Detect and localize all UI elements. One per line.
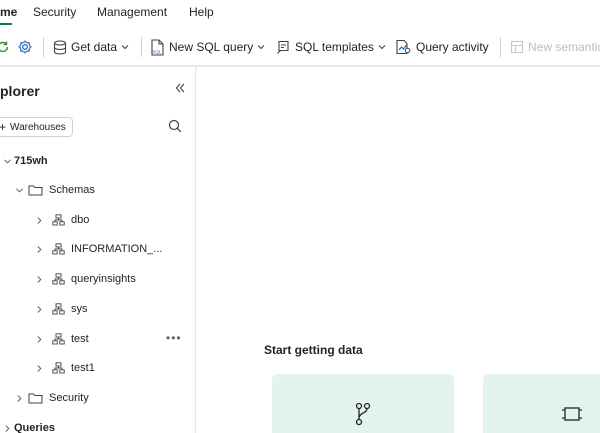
chevron-down-icon xyxy=(2,158,12,164)
chevron-right-icon xyxy=(34,275,44,283)
explorer-pane: plorer + Warehouses 715wh Schemas dbo IN… xyxy=(0,67,196,433)
query-activity-button[interactable]: Query activity xyxy=(395,38,489,56)
menu-bar: me Security Management Help xyxy=(0,0,600,26)
sql-badge: SQL xyxy=(153,49,163,54)
add-warehouses-label: Warehouses xyxy=(10,121,66,133)
chevron-down-icon xyxy=(378,45,386,50)
get-data-label: Get data xyxy=(71,40,118,54)
query-activity-label: Query activity xyxy=(416,40,489,54)
schema-icon xyxy=(52,243,65,255)
tree-node-security[interactable]: Security xyxy=(14,388,89,408)
new-semantic-model-button[interactable]: New semantic xyxy=(510,38,600,56)
tree-node-label: queryinsights xyxy=(71,273,136,285)
tree-node-label: Schemas xyxy=(49,184,95,196)
tree-node-label: INFORMATION_... xyxy=(71,243,163,255)
schema-icon xyxy=(52,333,65,345)
semantic-model-icon xyxy=(510,40,524,54)
chevron-right-icon xyxy=(34,216,44,224)
add-warehouses-button[interactable]: + Warehouses xyxy=(0,117,73,137)
toolbar-separator xyxy=(141,37,142,57)
chevron-down-icon xyxy=(14,187,24,193)
schema-icon xyxy=(52,303,65,315)
chevron-right-icon xyxy=(2,424,12,432)
folder-icon xyxy=(28,184,43,196)
tree-node-warehouse[interactable]: 715wh xyxy=(2,151,48,171)
tree-node-schema[interactable]: queryinsights xyxy=(34,269,136,289)
chevron-down-icon xyxy=(257,45,265,50)
tree-node-schemas[interactable]: Schemas xyxy=(14,180,95,200)
folder-icon xyxy=(28,392,43,404)
schema-icon xyxy=(52,273,65,285)
tree-node-label: dbo xyxy=(71,214,90,226)
main-canvas: Start getting data xyxy=(197,67,600,433)
tree-node-schema[interactable]: INFORMATION_... xyxy=(34,239,162,259)
explorer-title: plorer xyxy=(0,83,40,99)
schema-icon xyxy=(52,214,65,226)
new-sql-query-button[interactable]: SQL New SQL query xyxy=(150,38,265,56)
sql-templates-button[interactable]: SQL templates xyxy=(276,38,386,56)
template-icon xyxy=(277,40,289,54)
ribbon-toolbar: Get data SQL New SQL query SQL templates… xyxy=(0,28,600,66)
toolbar-separator xyxy=(43,37,44,57)
new-semantic-label: New semantic xyxy=(528,40,600,54)
chevron-down-icon xyxy=(121,45,129,50)
menu-active-indicator xyxy=(0,23,12,25)
menu-security[interactable]: Security xyxy=(33,5,76,19)
tree-node-label: sys xyxy=(71,303,88,315)
chevron-right-icon xyxy=(34,305,44,313)
menu-home[interactable]: me xyxy=(0,5,17,19)
tree-node-label: test xyxy=(71,333,89,345)
sql-templates-label: SQL templates xyxy=(295,40,374,54)
collapse-pane-button[interactable] xyxy=(174,81,186,99)
pipeline-branch-icon xyxy=(355,402,371,431)
tree-node-queries[interactable]: Queries xyxy=(2,418,55,433)
start-getting-data-heading: Start getting data xyxy=(264,343,363,357)
tree-node-label: Security xyxy=(49,392,89,404)
tree-node-label: test1 xyxy=(71,362,95,374)
search-icon xyxy=(168,119,182,133)
database-icon xyxy=(53,39,67,55)
new-sql-query-label: New SQL query xyxy=(169,40,254,54)
chevron-right-icon xyxy=(34,245,44,253)
get-data-button[interactable]: Get data xyxy=(53,38,129,56)
chevron-right-icon xyxy=(14,394,24,402)
chevron-right-icon xyxy=(34,364,44,372)
refresh-icon xyxy=(0,41,9,53)
get-data-card-pipeline[interactable] xyxy=(272,374,454,433)
tree-node-schema[interactable]: test xyxy=(34,329,89,349)
tree-node-schema[interactable]: test1 xyxy=(34,358,95,378)
menu-help[interactable]: Help xyxy=(189,5,214,19)
query-activity-icon xyxy=(396,39,411,55)
toolbar-separator xyxy=(500,37,501,57)
sql-file-icon: SQL xyxy=(151,38,164,56)
explorer-search-button[interactable] xyxy=(168,119,182,138)
tree-node-schema[interactable]: dbo xyxy=(34,210,89,230)
get-data-card-dataflow[interactable] xyxy=(483,374,600,433)
tree-node-label: 715wh xyxy=(14,155,48,167)
gear-icon xyxy=(18,40,32,54)
chevron-right-icon xyxy=(34,335,44,343)
schema-icon xyxy=(52,362,65,374)
refresh-button[interactable] xyxy=(0,38,10,56)
dataflow-icon xyxy=(561,406,583,427)
tree-node-label: Queries xyxy=(14,422,55,433)
double-chevron-left-icon xyxy=(175,83,185,93)
menu-management[interactable]: Management xyxy=(97,5,167,19)
settings-button[interactable] xyxy=(17,38,33,56)
more-options-icon[interactable]: ••• xyxy=(166,331,182,345)
tree-node-schema[interactable]: sys xyxy=(34,299,88,319)
plus-icon: + xyxy=(0,120,7,134)
